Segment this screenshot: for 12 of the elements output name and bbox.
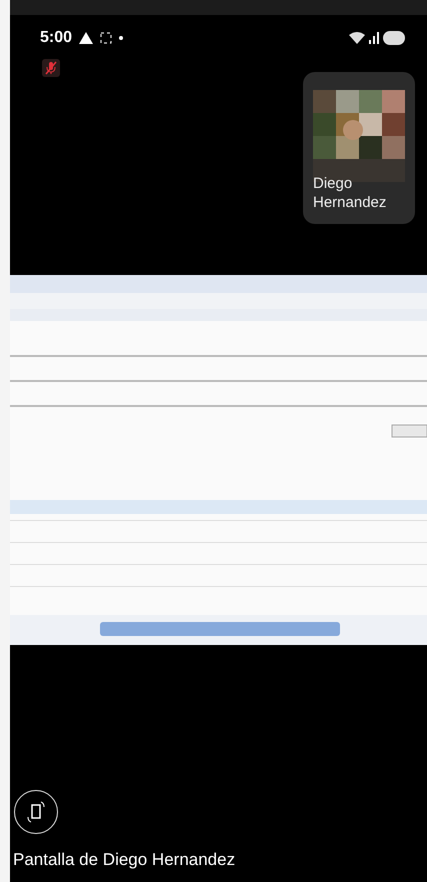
status-time: 5:00 [40,29,72,47]
participant-name: Diego Hernandez [313,174,388,212]
participant-tile[interactable]: Diego Hernandez [303,72,415,224]
signal-icon [369,32,379,44]
warning-icon [79,32,94,44]
rotate-icon [26,800,46,824]
battery-icon [383,31,405,45]
rotate-button[interactable] [14,790,58,834]
screen-capture-icon [100,32,112,44]
screen-share-caption: Pantalla de Diego Hernandez [13,850,236,870]
wifi-icon [349,32,365,44]
dot-icon [119,36,124,40]
